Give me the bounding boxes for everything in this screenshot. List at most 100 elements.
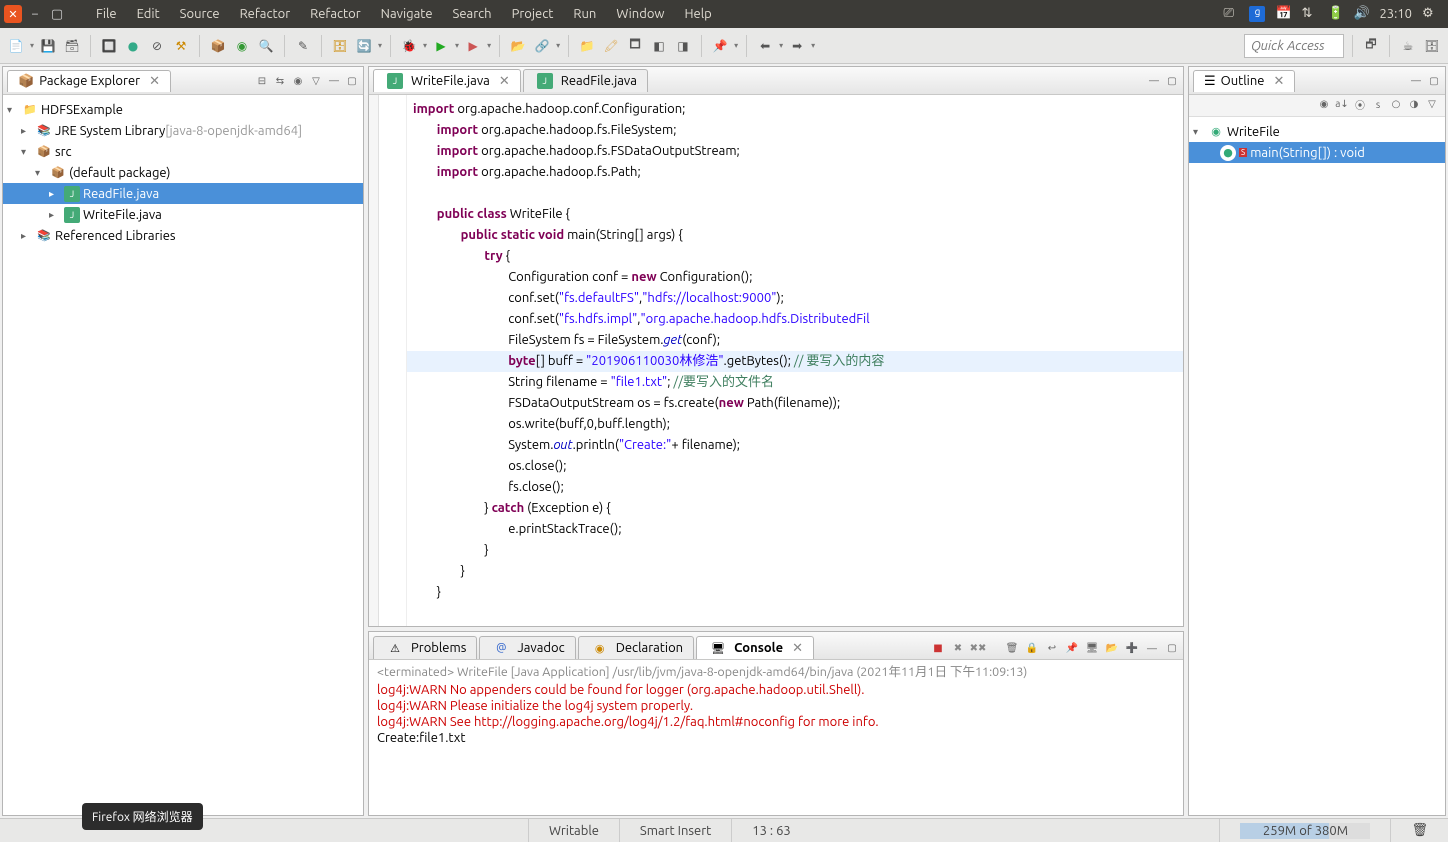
menu-file[interactable]: File — [86, 3, 127, 25]
breakpoint-button[interactable]: ● — [123, 36, 143, 56]
line-ruler[interactable] — [379, 95, 407, 626]
gear-icon[interactable]: ⚙ — [1422, 6, 1438, 22]
pin-console-button[interactable]: 📌 — [1065, 641, 1079, 655]
jee-perspective-button[interactable]: 🗄 — [1422, 36, 1442, 56]
back-button[interactable]: ⬅ — [755, 36, 775, 56]
scroll-lock-button[interactable]: 🔒 — [1025, 641, 1039, 655]
open-folder-button[interactable]: 📂 — [508, 36, 528, 56]
highlight-button[interactable]: 🖍 — [601, 36, 621, 56]
gc-button[interactable]: 🗑 — [1411, 823, 1428, 838]
debug-button[interactable]: 🐞 — [399, 36, 419, 56]
focus-button[interactable]: ◉ — [1317, 97, 1331, 111]
tree-file-writefile[interactable]: ▸JWriteFile.java — [3, 204, 363, 225]
code-editor[interactable]: import org.apache.hadoop.conf.Configurat… — [407, 95, 1183, 626]
save-all-button[interactable]: 🗃 — [62, 36, 82, 56]
new-class-button[interactable]: ◉ — [232, 36, 252, 56]
remove-launch-button[interactable]: ✖ — [951, 641, 965, 655]
indicator-icon[interactable]: ⎚ — [1223, 6, 1239, 22]
window-maximize-button[interactable]: ▢ — [48, 5, 66, 23]
menu-refactor-2[interactable]: Refactor — [300, 3, 371, 25]
window-minimize-button[interactable]: − — [26, 5, 44, 23]
menu-refactor[interactable]: Refactor — [230, 3, 301, 25]
forward-button[interactable]: ➡ — [787, 36, 807, 56]
maximize-icon[interactable]: ▢ — [1165, 74, 1179, 88]
menu-window[interactable]: Window — [606, 3, 674, 25]
tree-project[interactable]: ▾📁HDFSExample — [3, 99, 363, 120]
open-type-button[interactable]: 🔍 — [256, 36, 276, 56]
battery-icon[interactable]: 🔋 — [1327, 6, 1343, 22]
app-icon[interactable]: g — [1249, 6, 1265, 22]
wand-icon[interactable]: ✎ — [293, 36, 313, 56]
clock[interactable]: 23:10 — [1379, 7, 1412, 21]
quick-access-input[interactable] — [1244, 34, 1344, 58]
menu-help[interactable]: Help — [675, 3, 722, 25]
hide-fields-button[interactable]: ⦿ — [1353, 97, 1367, 111]
close-icon[interactable]: ✕ — [792, 641, 803, 656]
project-tree[interactable]: ▾📁HDFSExample ▸📚JRE System Library [java… — [3, 95, 363, 815]
folding-ruler[interactable] — [369, 95, 379, 626]
display-button[interactable]: 🖥 — [1085, 641, 1099, 655]
menu-search[interactable]: Search — [443, 3, 502, 25]
switch-editor-button[interactable]: 🔲 — [99, 36, 119, 56]
hide-local-button[interactable]: ◑ — [1407, 97, 1421, 111]
pin-button[interactable]: 📌 — [710, 36, 730, 56]
refresh-server-button[interactable]: 🔄 — [354, 36, 374, 56]
outline-class[interactable]: ▾◉WriteFile — [1189, 121, 1445, 142]
tab-console[interactable]: 🖥Console✕ — [696, 636, 814, 659]
collapse-all-button[interactable]: ⊟ — [255, 74, 269, 88]
view-menu-button[interactable]: ▽ — [1425, 97, 1439, 111]
tree-jre[interactable]: ▸📚JRE System Library [java-8-openjdk-amd… — [3, 120, 363, 141]
close-icon[interactable]: ✕ — [149, 74, 160, 89]
clear-console-button[interactable]: 🗑 — [1005, 641, 1019, 655]
remove-all-button[interactable]: ✖✖ — [971, 641, 985, 655]
minimize-icon[interactable]: — — [1409, 74, 1423, 88]
new-server-button[interactable]: 🗄 — [330, 36, 350, 56]
menu-edit[interactable]: Edit — [127, 3, 170, 25]
hide-static-button[interactable]: s — [1371, 97, 1385, 111]
menu-run[interactable]: Run — [563, 3, 606, 25]
tab-problems[interactable]: ⚠Problems — [373, 636, 477, 659]
toolbar-button-2[interactable]: ◧ — [649, 36, 669, 56]
outline-method-main[interactable]: ●Smain(String[]) : void — [1189, 142, 1445, 163]
volume-icon[interactable]: 🔊 — [1353, 6, 1369, 22]
outline-tree[interactable]: ▾◉WriteFile ●Smain(String[]) : void — [1189, 117, 1445, 815]
minimize-icon[interactable]: — — [327, 74, 341, 88]
calendar-icon[interactable]: 📅 — [1275, 6, 1291, 22]
menu-navigate[interactable]: Navigate — [371, 3, 443, 25]
open-perspective-button[interactable]: 🗗 — [1361, 36, 1381, 56]
skip-breakpoints-button[interactable]: ⊘ — [147, 36, 167, 56]
menu-source[interactable]: Source — [170, 3, 230, 25]
coverage-button[interactable]: ▶ — [463, 36, 483, 56]
minimize-icon[interactable]: — — [1147, 74, 1161, 88]
close-icon[interactable]: ✕ — [499, 74, 510, 89]
console-output[interactable]: <terminated> WriteFile [Java Application… — [369, 660, 1183, 815]
hide-nonpublic-button[interactable]: ○ — [1389, 97, 1403, 111]
maximize-icon[interactable]: ▢ — [345, 74, 359, 88]
new-button[interactable]: 📄 — [6, 36, 26, 56]
tree-src[interactable]: ▾📦src — [3, 141, 363, 162]
open-task-button[interactable]: 📁 — [577, 36, 597, 56]
save-button[interactable]: 💾 — [38, 36, 58, 56]
sort-button[interactable]: a↓ — [1335, 97, 1349, 111]
maximize-icon[interactable]: ▢ — [1427, 74, 1441, 88]
wrap-button[interactable]: ↩ — [1045, 641, 1059, 655]
maximize-icon[interactable]: ▢ — [1165, 641, 1179, 655]
java-perspective-button[interactable]: ☕ — [1398, 36, 1418, 56]
window-close-button[interactable]: ✕ — [4, 5, 22, 23]
toolbar-button-3[interactable]: ◨ — [673, 36, 693, 56]
close-icon[interactable]: ✕ — [1273, 74, 1284, 89]
package-explorer-tab[interactable]: 📦 Package Explorer ✕ — [7, 70, 171, 92]
editor-tab-writefile[interactable]: J WriteFile.java ✕ — [373, 69, 521, 92]
minimize-icon[interactable]: — — [1145, 641, 1159, 655]
new-console-button[interactable]: ➕ — [1125, 641, 1139, 655]
toolbar-button[interactable]: 🗖 — [625, 36, 645, 56]
run-button[interactable]: ▶ — [431, 36, 451, 56]
tree-package[interactable]: ▾📦(default package) — [3, 162, 363, 183]
editor-tab-readfile[interactable]: J ReadFile.java — [523, 69, 648, 92]
open-console-button[interactable]: 📂 — [1105, 641, 1119, 655]
link-button[interactable]: 🔗 — [532, 36, 552, 56]
new-package-button[interactable]: 📦 — [208, 36, 228, 56]
build-button[interactable]: ⚒ — [171, 36, 191, 56]
tab-declaration[interactable]: ◉Declaration — [578, 636, 694, 659]
network-icon[interactable]: ⇅ — [1301, 6, 1317, 22]
